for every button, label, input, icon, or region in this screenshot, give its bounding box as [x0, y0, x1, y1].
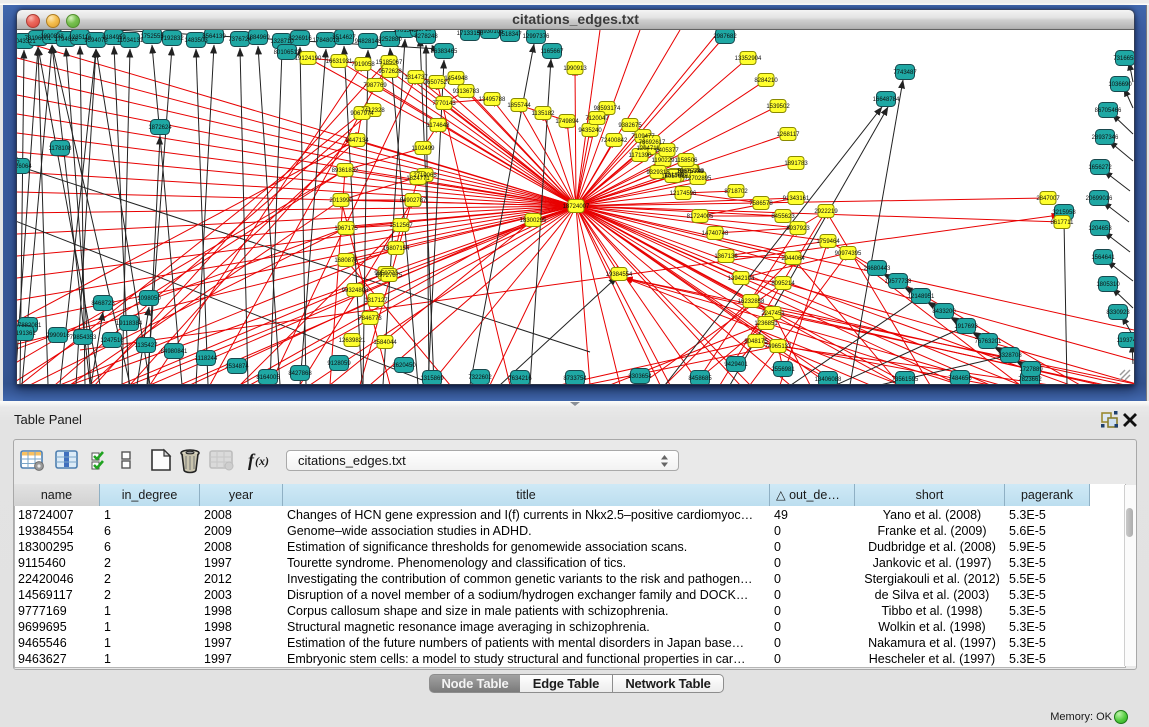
svg-text:(x): (x) — [255, 454, 269, 468]
